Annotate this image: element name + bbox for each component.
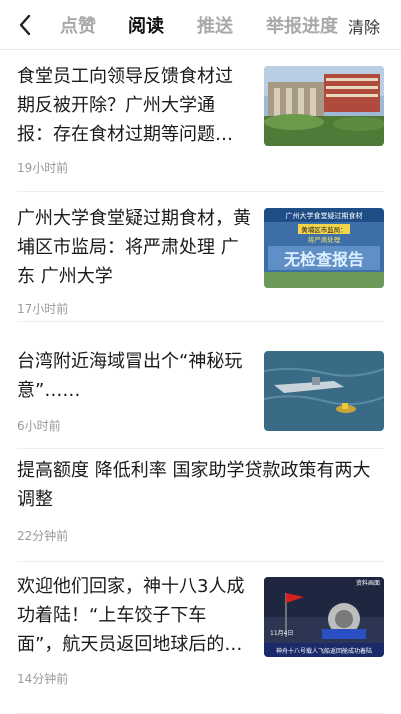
article-thumbnail [264,351,384,431]
thumb-caption-1: 广州大学食堂疑过期食材 [286,211,363,220]
article-time: 14分钟前 [17,672,69,686]
list-item[interactable]: 食堂员工向领导反馈食材过期反被开除？广州大学通报：存在食材过期等问题… 19小时… [0,50,401,191]
list-item[interactable]: 提高额度 降低利率 国家助学贷款政策有两大调整 22分钟前 [0,449,401,561]
list-item[interactable]: 台湾附近海域冒出个“神秘玩意”…… 6小时前 [0,322,401,448]
list-item[interactable]: 广州大学食堂疑过期食材，黄埔区市监局：将严肃处理 广东 广州大学 17小时前 广… [0,192,401,321]
article-time: 19小时前 [17,161,69,175]
tab-like[interactable]: 点赞 [60,12,96,38]
thumb-big-text: 无检查报告 [283,250,364,269]
clear-button[interactable]: 清除 [348,14,380,38]
tab-push[interactable]: 推送 [197,12,233,38]
tab-report-progress[interactable]: 举报进度 [266,12,338,38]
article-title: 食堂员工向领导反馈食材过期反被开除？广州大学通报：存在食材过期等问题… [17,66,233,145]
article-thumbnail: 广州大学食堂疑过期食材 黄埔区市监局： 将严肃处理 无检查报告 [264,208,384,288]
article-title: 台湾附近海域冒出个“神秘玩意”…… [17,351,243,401]
article-time: 17小时前 [17,302,69,316]
back-arrow-icon[interactable] [12,10,40,40]
thumb-banner-text: 神舟十八号载人飞船返回舱成功着陆 [276,647,372,655]
tab-read[interactable]: 阅读 [128,12,164,38]
list-item[interactable]: 欢迎他们回家，神十八3人成功着陆！“上车饺子下车面”，航天员返回地球后的… 14… [0,562,401,713]
article-title: 欢迎他们回家，神十八3人成功着陆！“上车饺子下车面”，航天员返回地球后的… [17,576,245,655]
article-time: 6小时前 [17,419,61,433]
top-bar: 点赞 阅读 推送 举报进度 清除 [0,0,401,50]
thumb-corner-text: 资料画面 [356,579,380,587]
article-thumbnail: 资料画面 11月4日 神舟十八号载人飞船返回舱成功着陆 [264,577,384,657]
thumb-caption-3: 将严肃处理 [308,235,341,244]
article-thumbnail [264,66,384,146]
article-time: 22分钟前 [17,529,69,543]
thumb-date-text: 11月4日 [270,630,293,637]
thumb-caption-2: 黄埔区市监局： [301,225,347,234]
article-title: 广州大学食堂疑过期食材，黄埔区市监局：将严肃处理 广东 广州大学 [17,208,251,287]
article-title: 提高额度 降低利率 国家助学贷款政策有两大调整 [17,460,371,510]
